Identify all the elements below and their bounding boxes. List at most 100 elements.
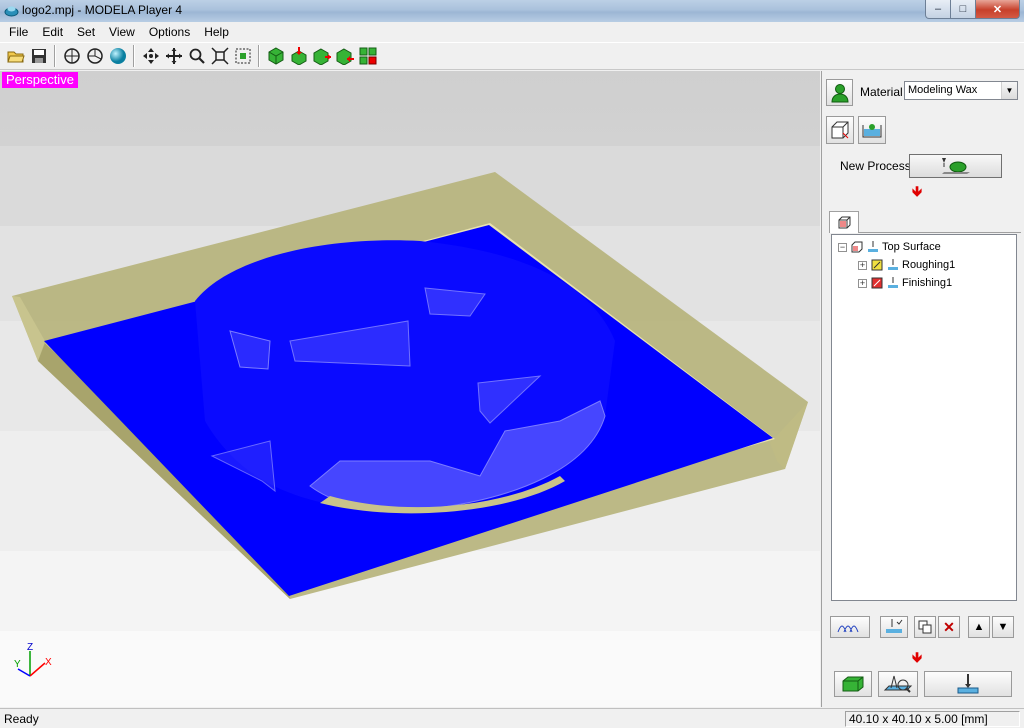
view-tilt-icon xyxy=(86,48,103,64)
menu-view[interactable]: View xyxy=(102,22,142,42)
modeling-form-button[interactable] xyxy=(858,116,886,144)
copy-icon xyxy=(918,620,932,634)
flow-arrow-icon: 🡻 xyxy=(912,649,923,665)
process-tree[interactable]: − Top Surface + Roughing1 + Finishing1 xyxy=(831,234,1017,601)
cube-left-button[interactable] xyxy=(333,45,356,68)
user-icon xyxy=(830,83,849,102)
roughing-icon xyxy=(870,259,883,272)
tilt-view-button[interactable] xyxy=(83,45,106,68)
move-down-button[interactable]: ▼ xyxy=(992,616,1014,638)
delete-button[interactable]: ✕ xyxy=(938,616,960,638)
cutting-position-button[interactable] xyxy=(878,671,918,697)
material-select[interactable]: Modeling Wax ▼ xyxy=(904,81,1018,100)
toolbar-separator xyxy=(258,45,260,67)
flow-arrow-icon: 🡻 xyxy=(912,183,923,199)
cube-grid-icon xyxy=(359,47,376,65)
fit-view-button[interactable] xyxy=(208,45,231,68)
new-process-button[interactable] xyxy=(909,154,1002,178)
render-button[interactable] xyxy=(106,45,129,68)
process-icon xyxy=(866,241,879,254)
axis-x-label: X xyxy=(45,657,52,668)
zoom-window-button[interactable] xyxy=(231,45,254,68)
menu-help[interactable]: Help xyxy=(197,22,236,42)
model-scene xyxy=(12,172,808,599)
save-button[interactable] xyxy=(27,45,50,68)
fit-view-icon xyxy=(210,47,229,65)
move-button[interactable] xyxy=(162,45,185,68)
tree-label: Roughing1 xyxy=(902,259,956,271)
toolbar xyxy=(0,42,1024,70)
toolbar-separator xyxy=(54,45,56,67)
render-sphere-icon xyxy=(109,48,126,64)
tree-label: Finishing1 xyxy=(902,277,953,289)
cube-down-icon xyxy=(291,47,306,65)
open-button[interactable] xyxy=(4,45,27,68)
workpiece-box-icon xyxy=(831,121,849,139)
axis-triad: Z Y X xyxy=(14,642,52,677)
cube-right-button[interactable] xyxy=(310,45,333,68)
cutting-tool-icon xyxy=(957,674,979,694)
pan-button[interactable] xyxy=(139,45,162,68)
title-bar: logo2.mpj - MODELA Player 4 ‒ □ ✕ xyxy=(0,0,1024,22)
cube-down-button[interactable] xyxy=(287,45,310,68)
status-bar: Ready 40.10 x 40.10 x 5.00 [mm] xyxy=(0,708,1024,728)
menu-file[interactable]: File xyxy=(2,22,35,42)
perspective-viewport[interactable]: Perspective Z Y X xyxy=(0,71,820,707)
surface-box-icon xyxy=(838,216,850,229)
move-up-button[interactable]: ▲ xyxy=(968,616,990,638)
cut-settings-button[interactable] xyxy=(880,616,908,638)
maximize-button[interactable]: □ xyxy=(951,0,976,19)
delete-icon: ✕ xyxy=(943,618,955,635)
tree-tools-row: ✕ ▲ ▼ xyxy=(830,616,1016,638)
cube-button[interactable] xyxy=(264,45,287,68)
menu-edit[interactable]: Edit xyxy=(35,22,70,42)
tree-label: Top Surface xyxy=(882,241,941,253)
process-tabs xyxy=(829,211,1021,233)
status-text: Ready xyxy=(4,712,39,726)
arrow-down-icon: ▼ xyxy=(997,621,1009,633)
modeling-form-icon xyxy=(862,124,882,138)
cube-right-icon xyxy=(313,48,331,65)
expand-icon[interactable]: + xyxy=(858,260,867,270)
toolbar-separator xyxy=(133,45,135,67)
view-rotate-icon xyxy=(63,48,80,64)
zoom-button[interactable] xyxy=(185,45,208,68)
cutting-position-icon xyxy=(883,675,913,693)
menu-set[interactable]: Set xyxy=(70,22,102,42)
collapse-icon[interactable]: − xyxy=(838,242,847,252)
workpiece-button[interactable] xyxy=(826,116,854,144)
menu-options[interactable]: Options xyxy=(142,22,197,42)
copy-button[interactable] xyxy=(914,616,936,638)
tree-item-top-surface[interactable]: − Top Surface xyxy=(838,239,941,255)
process-icon xyxy=(886,277,899,290)
axis-z-label: Z xyxy=(27,642,33,653)
user-settings-button[interactable] xyxy=(826,79,853,106)
window-title: logo2.mpj - MODELA Player 4 xyxy=(22,3,183,17)
preview-cutting-button[interactable] xyxy=(834,671,872,697)
tree-item-roughing[interactable]: + Roughing1 xyxy=(858,257,955,273)
material-value: Modeling Wax xyxy=(908,84,978,96)
material-label: Material xyxy=(860,85,903,99)
toolpath-preview-button[interactable] xyxy=(830,616,870,638)
workpiece-dimensions: 40.10 x 40.10 x 5.00 [mm] xyxy=(845,711,1020,727)
green-block-icon xyxy=(842,676,864,692)
toolpath-waves-icon xyxy=(837,625,859,633)
chevron-down-icon[interactable]: ▼ xyxy=(1001,82,1017,99)
view-mode-label: Perspective xyxy=(2,72,78,88)
process-panel: Material Modeling Wax ▼ New Process 🡻 − … xyxy=(821,71,1024,707)
menu-bar: File Edit Set View Options Help xyxy=(0,22,1024,42)
cube-left-icon xyxy=(336,48,354,65)
tree-item-finishing[interactable]: + Finishing1 xyxy=(858,275,952,291)
expand-icon[interactable]: + xyxy=(858,278,867,288)
minimize-button[interactable]: ‒ xyxy=(925,0,951,19)
cube-grid-button[interactable] xyxy=(356,45,379,68)
start-cutting-button[interactable] xyxy=(924,671,1012,697)
close-button[interactable]: ✕ xyxy=(976,0,1020,19)
surface-box-icon xyxy=(850,241,863,254)
app-icon xyxy=(4,6,19,17)
rotate-view-button[interactable] xyxy=(60,45,83,68)
finishing-icon xyxy=(870,277,883,290)
zoom-icon xyxy=(189,48,205,64)
tab-surface[interactable] xyxy=(829,211,859,233)
new-process-label: New Process xyxy=(840,159,911,173)
